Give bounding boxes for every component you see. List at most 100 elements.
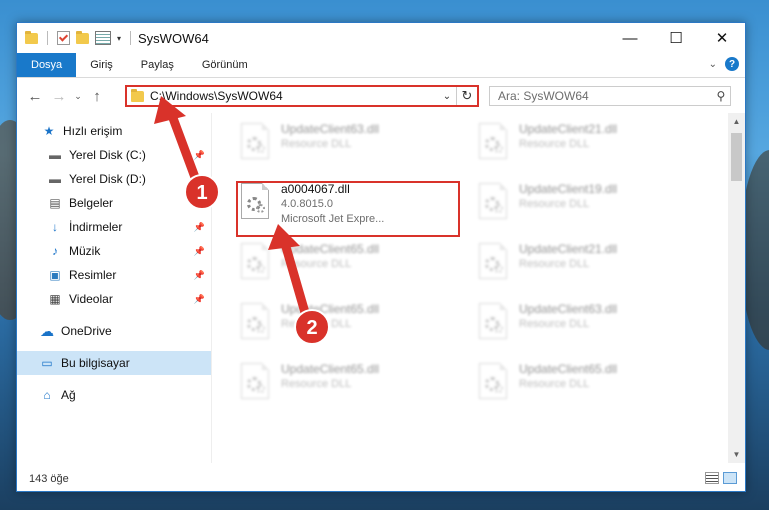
sidebar-item-quick-access[interactable]: ★ Hızlı erişim [17,119,211,143]
file-description: Resource DLL [519,138,590,150]
address-path[interactable]: C:\Windows\SysWOW64 [150,89,438,103]
expand-ribbon-icon[interactable]: ⌄ [709,59,717,70]
highlight-box [236,181,460,237]
file-item[interactable]: UpdateClient65.dll Resource DLL [233,239,453,291]
sidebar-item-label: İndirmeler [69,220,123,234]
sidebar-item-label: Bu bilgisayar [61,356,130,370]
file-item[interactable]: UpdateClient21.dll Resource DLL [471,119,691,171]
scrollbar-thumb[interactable] [731,133,742,181]
pin-icon[interactable]: 📌 [194,150,205,161]
pin-icon[interactable]: 📌 [194,270,205,281]
sidebar-item-documents[interactable]: ▤ Belgeler 📌 [17,191,211,215]
status-bar: 143 öğe [17,467,745,491]
star-icon: ★ [43,124,55,138]
sidebar-item-label: Hızlı erişim [63,124,123,138]
pin-icon[interactable]: 📌 [194,198,205,209]
drive-icon: ▬ [49,172,61,186]
file-description: Resource DLL [519,318,590,330]
sidebar-item-local-disk-c[interactable]: ▬ Yerel Disk (C:) 📌 [17,143,211,167]
ribbon-tabs: Dosya Giriş Paylaş Görünüm ⌄ ? [17,53,745,78]
dll-file-icon [237,123,271,167]
window-title: SysWOW64 [138,30,209,46]
maximize-button[interactable]: ☐ [653,23,699,53]
file-list: UpdateClient63.dll Resource DLL UpdateCli… [213,113,727,463]
file-item[interactable]: UpdateClient65.dll Resource DLL [471,359,691,411]
file-name: UpdateClient65.dll [281,302,380,316]
new-folder-icon[interactable] [76,30,89,44]
file-description: Resource DLL [281,378,352,390]
up-arrow-icon[interactable]: ↑ [85,88,109,105]
document-icon: ▤ [49,196,61,210]
dll-file-icon [237,303,271,347]
file-name: UpdateClient65.dll [519,362,618,376]
file-name: UpdateClient63.dll [281,122,380,136]
sidebar-item-pictures[interactable]: ▣ Resimler 📌 [17,263,211,287]
sidebar-item-downloads[interactable]: ↓ İndirmeler 📌 [17,215,211,239]
music-icon: ♪ [52,244,58,258]
file-item[interactable]: UpdateClient19.dll Resource DLL [471,179,691,231]
sidebar-item-label: Müzik [69,244,101,258]
vertical-scrollbar[interactable]: ▲ ▼ [728,113,745,463]
pictures-icon: ▣ [49,268,61,282]
recent-locations-icon[interactable]: ⌄ [71,91,85,102]
pin-icon[interactable]: 📌 [194,222,205,233]
search-input[interactable]: Ara: SysWOW64 [498,89,712,103]
details-view-icon[interactable] [705,472,719,484]
sidebar-item-this-pc[interactable]: ▭ Bu bilgisayar [17,351,211,375]
file-item[interactable]: UpdateClient65.dll Resource DLL [233,359,453,411]
pin-icon[interactable]: 📌 [194,294,205,305]
minimize-button[interactable]: — [607,23,653,53]
help-icon[interactable]: ? [725,57,739,71]
search-icon[interactable]: ⚲ [712,89,730,103]
address-bar[interactable]: C:\Windows\SysWOW64 ⌄ ↻ [125,85,479,107]
dll-file-icon [475,243,509,287]
tab-view[interactable]: Görünüm [188,53,262,77]
file-name: UpdateClient21.dll [519,122,618,136]
file-description: Resource DLL [519,378,590,390]
sidebar-item-label: Videolar [69,292,113,306]
file-description: Resource DLL [519,258,590,270]
scroll-up-icon[interactable]: ▲ [728,113,745,130]
tab-share[interactable]: Paylaş [127,53,188,77]
file-description: Resource DLL [519,198,590,210]
file-name: UpdateClient63.dll [519,302,618,316]
sidebar-item-label: Yerel Disk (D:) [69,172,146,186]
file-item[interactable]: UpdateClient65.dll Resource DLL [233,299,453,351]
navigation-pane: ★ Hızlı erişim ▬ Yerel Disk (C:) 📌 ▬ Yer… [17,113,211,463]
tab-file[interactable]: Dosya [17,53,77,77]
quick-access-toolbar: ▾ [17,30,134,45]
sidebar-item-local-disk-d[interactable]: ▬ Yerel Disk (D:) [17,167,211,191]
pin-icon[interactable]: 📌 [194,246,205,257]
sidebar-item-videos[interactable]: ▦ Videolar 📌 [17,287,211,311]
explorer-window: ▾ SysWOW64 — ☐ ✕ Dosya Giriş Paylaş Görü… [16,22,746,492]
search-box[interactable]: Ara: SysWOW64 ⚲ [489,86,731,106]
drive-icon: ▬ [49,148,61,162]
sidebar-item-music[interactable]: ♪ Müzik 📌 [17,239,211,263]
dll-file-icon [475,363,509,407]
tab-home[interactable]: Giriş [76,53,127,77]
file-name: UpdateClient19.dll [519,182,618,196]
file-name: UpdateClient21.dll [519,242,618,256]
scroll-down-icon[interactable]: ▼ [728,446,745,463]
forward-arrow-icon[interactable]: → [47,88,71,105]
sidebar-item-label: Belgeler [69,196,114,210]
file-item[interactable]: UpdateClient63.dll Resource DLL [471,299,691,351]
folder-icon [25,30,38,44]
close-button[interactable]: ✕ [699,23,745,53]
customize-toolbar-icon[interactable]: ▾ [117,34,121,43]
dll-file-icon [475,303,509,347]
title-bar: ▾ SysWOW64 — ☐ ✕ [17,23,745,53]
chevron-down-icon[interactable]: ⌄ [438,91,456,102]
computer-icon: ▭ [41,356,53,370]
tiles-view-icon[interactable] [723,472,737,484]
refresh-icon[interactable]: ↻ [456,87,477,105]
properties-check-icon[interactable] [57,31,70,45]
back-arrow-icon[interactable]: ← [23,88,47,105]
file-item[interactable]: UpdateClient21.dll Resource DLL [471,239,691,291]
sidebar-item-onedrive[interactable]: ☁ OneDrive [17,319,211,343]
sidebar-item-network[interactable]: ⌂ Ağ [17,383,211,407]
file-description: Resource DLL [281,258,352,270]
properties-icon[interactable] [95,31,111,45]
file-name: UpdateClient65.dll [281,242,380,256]
file-item[interactable]: UpdateClient63.dll Resource DLL [233,119,453,171]
